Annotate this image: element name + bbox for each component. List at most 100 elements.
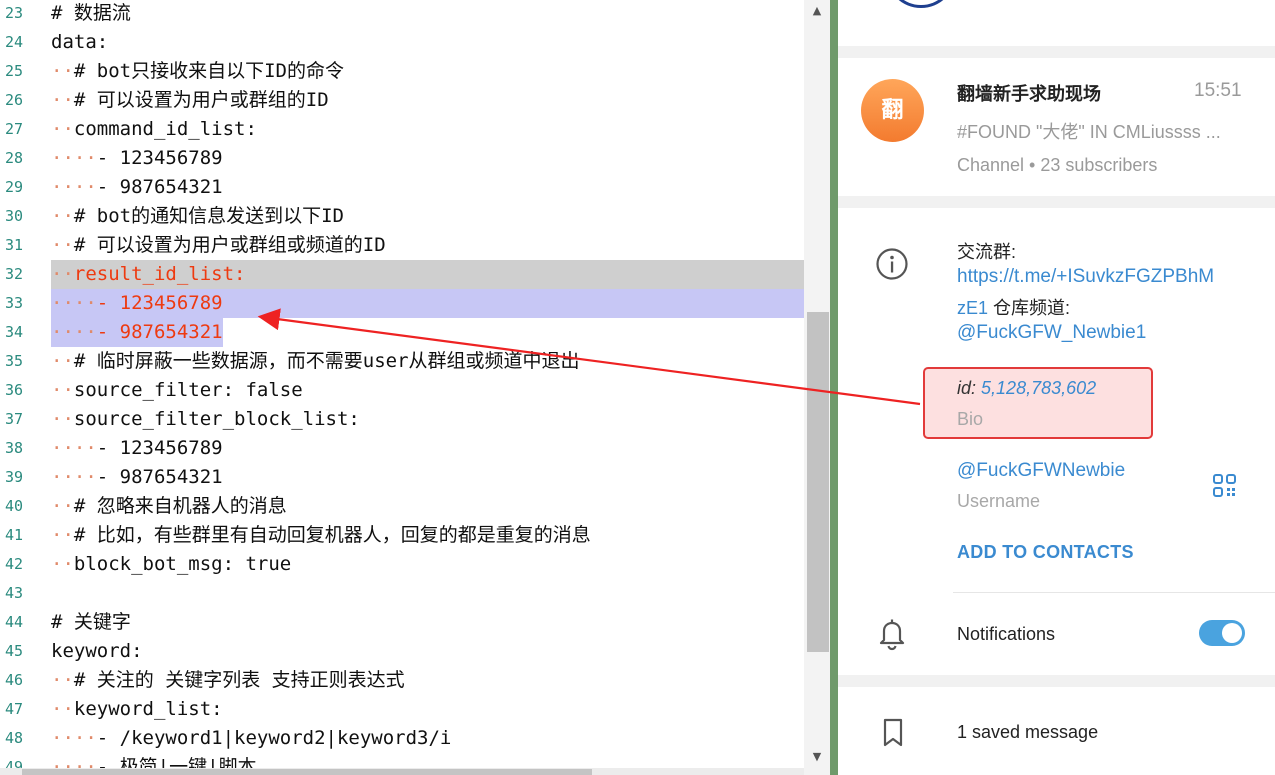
horizontal-scroll-thumb[interactable] xyxy=(22,769,592,775)
whitespace-dots: ·· xyxy=(51,118,74,140)
bio-link-group-cont[interactable]: zE1 xyxy=(957,298,988,318)
chat-meta: Channel • 23 subscribers xyxy=(957,155,1158,175)
section-separator xyxy=(838,675,1275,687)
username-caption: Username xyxy=(957,491,1041,511)
add-to-contacts-button[interactable]: ADD TO CONTACTS xyxy=(957,542,1134,563)
code-text: source_filter_block_list: xyxy=(73,408,360,430)
code-line[interactable]: ····- 987654321 xyxy=(51,318,223,347)
line-number: 25 xyxy=(5,62,24,80)
code-line[interactable]: # 数据流 xyxy=(51,0,131,28)
divider-line xyxy=(953,592,1275,593)
code-line[interactable]: ··command_id_list: xyxy=(51,115,268,144)
whitespace-dots: ·· xyxy=(51,89,74,111)
code-text: # bot的通知信息发送到以下ID xyxy=(73,205,344,227)
bio-link-channel[interactable]: @FuckGFW_Newbie1 xyxy=(957,322,1146,344)
code-area[interactable]: # 数据流 data: ··# bot只接收来自以下ID的命令 ··# 可以设置为用户… xyxy=(51,0,804,775)
avatar: 翻 xyxy=(861,79,924,142)
code-line[interactable]: ··# 比如，有些群里有自动回复机器人，回复的都是重复的消息 xyxy=(51,521,591,550)
whitespace-dots: ·· xyxy=(51,379,74,401)
line-number: 36 xyxy=(5,381,24,399)
code-line[interactable]: ··# bot的通知信息发送到以下ID xyxy=(51,202,344,231)
id-value[interactable]: 5,128,783,602 xyxy=(981,378,1096,398)
section-separator xyxy=(838,46,1275,58)
info-icon xyxy=(874,246,910,282)
code-line[interactable]: data: xyxy=(51,28,108,57)
whitespace-dots: ·· xyxy=(51,205,74,227)
code-text: - 987654321 xyxy=(96,176,223,198)
whitespace-dots: ···· xyxy=(51,147,97,169)
horizontal-scrollbar[interactable] xyxy=(0,768,804,775)
code-line[interactable]: ··keyword_list: xyxy=(51,695,223,724)
code-line[interactable]: ··result_id_list: xyxy=(51,260,804,289)
line-number-gutter: 23 24 25 26 27 28 29 30 31 32 33 34 35 36 37 38 39 40 41 42… xyxy=(0,0,46,775)
code-text: # 关注的 关键字列表 支持正则表达式 xyxy=(73,669,405,691)
code-editor[interactable]: 23 24 25 26 27 28 29 30 31 32 33 34 35 36 37 38 39 40 41 42… xyxy=(0,0,830,775)
code-text: command_id_list: xyxy=(73,118,269,140)
code-line[interactable]: ····- 123456789 xyxy=(51,289,804,318)
whitespace-dots: ·· xyxy=(51,669,74,691)
line-number: 28 xyxy=(5,149,24,167)
code-line[interactable]: ··# 可以设置为用户或群组或频道的ID xyxy=(51,231,386,260)
code-line[interactable]: ··# 临时屏蔽一些数据源，而不需要user从群组或频道中退出 xyxy=(51,347,580,376)
code-line[interactable]: ··# 忽略来自机器人的消息 xyxy=(51,492,287,521)
code-text: # 比如，有些群里有自动回复机器人，回复的都是重复的消息 xyxy=(73,524,591,546)
notifications-toggle[interactable] xyxy=(1199,620,1245,646)
code-line[interactable]: ····- 123456789 xyxy=(51,434,223,463)
code-line[interactable]: ··block_bot_msg: true xyxy=(51,550,291,579)
line-number: 26 xyxy=(5,91,24,109)
whitespace-dots: ···· xyxy=(51,292,97,314)
bio-link-group[interactable]: https://t.me/+ISuvkzFGZPBhM xyxy=(957,266,1214,288)
whitespace-dots: ·· xyxy=(51,350,74,372)
code-text: # 可以设置为用户或群组或频道的ID xyxy=(73,234,386,256)
profile-photo-partial xyxy=(886,0,956,8)
qr-code-icon[interactable] xyxy=(1212,473,1238,499)
line-number: 43 xyxy=(5,584,24,602)
code-text: block_bot_msg: true xyxy=(73,553,292,575)
code-line[interactable]: ····- /keyword1|keyword2|keyword3/i xyxy=(51,724,451,753)
whitespace-dots: ···· xyxy=(51,176,97,198)
code-text: - 123456789 xyxy=(96,147,223,169)
window-divider xyxy=(830,0,838,775)
code-line[interactable]: ··# 关注的 关键字列表 支持正则表达式 xyxy=(51,666,405,695)
whitespace-dots: ···· xyxy=(51,727,97,749)
code-text: # 数据流 xyxy=(51,2,131,24)
line-number: 34 xyxy=(5,323,24,341)
notifications-label: Notifications xyxy=(957,624,1056,644)
code-line[interactable]: ····- 987654321 xyxy=(51,463,223,492)
code-text: - 987654321 xyxy=(96,321,223,343)
profile-panel: 翻 翻墙新手求助现场 15:51 #FOUND "大佬" IN CMLiusss… xyxy=(838,0,1275,775)
line-number: 24 xyxy=(5,33,24,51)
bio-line: 交流群: xyxy=(957,242,1017,262)
line-number: 46 xyxy=(5,671,24,689)
id-caption: Bio xyxy=(957,409,984,429)
code-text: # 关键字 xyxy=(51,611,131,633)
code-line[interactable]: ··source_filter_block_list: xyxy=(51,405,360,434)
code-line[interactable]: # 关键字 xyxy=(51,608,131,637)
chat-time: 15:51 xyxy=(1194,80,1242,101)
code-line[interactable]: ··# bot只接收来自以下ID的命令 xyxy=(51,57,344,86)
scroll-up-icon[interactable]: ▲ xyxy=(810,4,824,18)
scroll-down-icon[interactable]: ▼ xyxy=(810,750,824,764)
chat-title: 翻墙新手求助现场 xyxy=(957,84,1101,104)
section-separator xyxy=(838,196,1275,208)
code-text: # bot只接收来自以下ID的命令 xyxy=(73,60,344,82)
code-line[interactable]: ··# 可以设置为用户或群组的ID xyxy=(51,86,329,115)
line-number: 27 xyxy=(5,120,24,138)
saved-messages-row[interactable]: 1 saved message xyxy=(957,722,1098,743)
whitespace-dots: ···· xyxy=(51,321,97,343)
vertical-scroll-thumb[interactable] xyxy=(807,312,829,652)
line-number: 37 xyxy=(5,410,24,428)
code-text: keyword_list: xyxy=(73,698,223,720)
code-line[interactable]: ··source_filter: false xyxy=(51,376,314,405)
whitespace-dots: ·· xyxy=(51,553,74,575)
code-line[interactable]: keyword: xyxy=(51,637,143,666)
username-value[interactable]: @FuckGFWNewbie xyxy=(957,460,1125,482)
bookmark-icon xyxy=(878,716,914,752)
line-number: 31 xyxy=(5,236,24,254)
code-line[interactable]: ····- 987654321 xyxy=(51,173,223,202)
line-number: 42 xyxy=(5,555,24,573)
code-line[interactable]: ····- 123456789 xyxy=(51,144,223,173)
line-number: 38 xyxy=(5,439,24,457)
whitespace-dots: ·· xyxy=(51,408,74,430)
vertical-scrollbar[interactable]: ▲ ▼ xyxy=(804,0,830,775)
